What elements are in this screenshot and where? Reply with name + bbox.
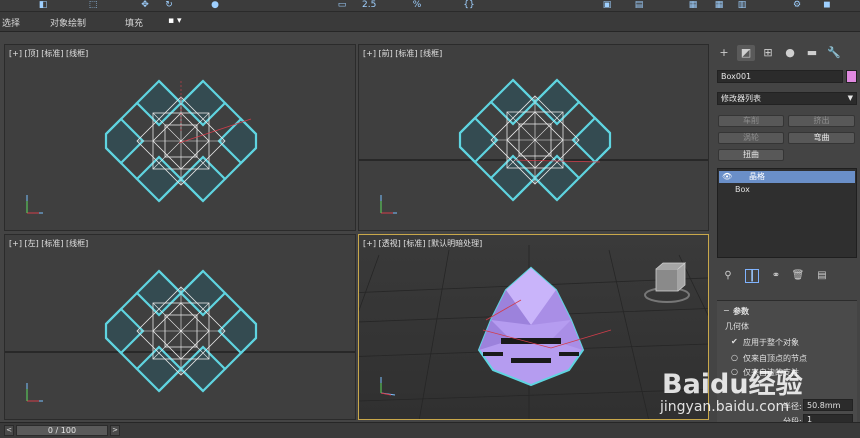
show-end-result-icon[interactable]: ┃	[745, 269, 759, 283]
viewport-front[interactable]: [+] [前] [标准] [线框]	[358, 44, 709, 231]
next-frame-button[interactable]: >	[110, 425, 120, 436]
stack-tools: ⚲ ┃ ⚭ 🗑 ▤	[717, 268, 857, 284]
viewport-perspective-scene	[359, 245, 708, 419]
radius-label: 半径:	[783, 402, 802, 411]
select-region-icon[interactable]: ⬚	[86, 0, 100, 10]
snap-icon[interactable]: ▭	[335, 0, 349, 10]
time-slider[interactable]: 0 / 100	[16, 425, 108, 436]
scale-icon[interactable]: ●	[208, 0, 222, 10]
modifier-list-dropdown[interactable]: 修改器列表 ▼	[717, 92, 857, 105]
modifier-list-label: 修改器列表	[721, 94, 761, 103]
ribbon-options-icon[interactable]: ▪ ▾	[168, 16, 181, 26]
ribbon-tab-populate[interactable]: 填充	[125, 16, 143, 29]
display-tab-icon[interactable]: ▬	[803, 45, 821, 61]
viewport-top[interactable]: [+] [顶] [标准] [线框]	[4, 44, 356, 231]
command-panel: + ◩ ⊞ ● ▬ 🔧 Box001 修改器列表 ▼ 车削 挤出 涡轮 弯曲 扭…	[712, 42, 860, 426]
apply-whole-checkbox[interactable]: ✔	[731, 337, 738, 346]
geometry-group-label: 几何体	[725, 322, 749, 331]
turbosmooth-button[interactable]: 涡轮	[718, 132, 784, 144]
configure-sets-icon[interactable]: ▤	[815, 269, 829, 283]
ribbon-gap	[0, 32, 860, 42]
twist-button[interactable]: 扭曲	[718, 149, 784, 161]
stack-item-box-label: Box	[735, 185, 750, 194]
lathe-button[interactable]: 车削	[718, 115, 784, 127]
render-setup-icon[interactable]: ⚙	[790, 0, 804, 10]
command-panel-tabs: + ◩ ⊞ ● ▬ 🔧	[712, 42, 860, 64]
viewport-top-lattice	[26, 79, 258, 214]
object-name-field[interactable]: Box001	[717, 70, 843, 83]
angle-snap-icon[interactable]: 2.5	[362, 0, 376, 10]
viewport-left[interactable]: [+] [左] [标准] [线框]	[4, 234, 356, 420]
motion-tab-icon[interactable]: ●	[781, 45, 799, 61]
ribbon-tab-select[interactable]: 选择	[2, 16, 20, 29]
mirror-icon[interactable]: ▤	[632, 0, 646, 10]
select-icon[interactable]: ◧	[36, 0, 50, 10]
create-tab-icon[interactable]: +	[715, 45, 733, 61]
viewport-left-lattice	[5, 269, 355, 402]
utilities-tab-icon[interactable]: 🔧	[825, 45, 843, 61]
rollout-collapse-icon[interactable]: −	[723, 306, 730, 315]
eye-icon[interactable]: 👁	[722, 171, 732, 183]
modifier-stack: 👁 晶格 Box	[717, 168, 857, 258]
chevron-down-icon: ▼	[847, 94, 853, 102]
percent-snap-icon[interactable]: %	[410, 0, 424, 10]
bend-button[interactable]: 弯曲	[788, 132, 855, 144]
struts-only-radio[interactable]: ○	[731, 367, 738, 376]
stack-item-lattice-label: 晶格	[749, 172, 765, 181]
apply-whole-label: 应用于整个对象	[743, 338, 799, 347]
rotate-icon[interactable]: ↻	[162, 0, 176, 10]
rollout-title[interactable]: 参数	[733, 306, 749, 317]
viewcube-icon	[644, 262, 690, 303]
stack-item-box[interactable]: Box	[719, 184, 855, 196]
pin-stack-icon[interactable]: ⚲	[721, 269, 735, 283]
time-slider-bar: < 0 / 100 >	[0, 422, 860, 438]
struts-only-label: 仅来自边的支柱	[743, 368, 799, 377]
curve-editor-icon[interactable]: ▦	[686, 0, 700, 10]
object-color-swatch[interactable]	[846, 70, 857, 83]
viewport-perspective[interactable]: [+] [透视] [标准] [默认明暗处理]	[358, 234, 709, 420]
move-icon[interactable]: ✥	[138, 0, 152, 10]
viewport-front-lattice	[359, 78, 708, 214]
named-selection-icon[interactable]: ▣	[600, 0, 614, 10]
radius-value: 50.8mm	[807, 401, 841, 410]
parameters-rollout: − 参数 几何体 ✔ 应用于整个对象 ○ 仅来自顶点的节点 ○ 仅来自边的支柱 …	[717, 300, 857, 426]
stack-item-lattice[interactable]: 👁 晶格	[719, 171, 855, 183]
vertices-only-radio[interactable]: ○	[731, 353, 738, 362]
render-icon[interactable]: ◼	[820, 0, 834, 10]
ribbon-bar: 选择 对象绘制 填充 ▪ ▾	[0, 12, 860, 32]
main-toolbar: ◧ ⬚ ✥ ↻ ● ▭ 2.5 % {} ▣ ▤ ▦ ▦ ▥ ⚙ ◼	[0, 0, 860, 12]
spinner-snap-icon[interactable]: {}	[462, 0, 476, 10]
hierarchy-tab-icon[interactable]: ⊞	[759, 45, 777, 61]
material-editor-icon[interactable]: ▥	[735, 0, 749, 10]
make-unique-icon[interactable]: ⚭	[769, 269, 783, 283]
modify-tab-icon[interactable]: ◩	[737, 45, 755, 61]
remove-modifier-icon[interactable]: 🗑	[791, 269, 805, 283]
radius-field[interactable]: 50.8mm	[803, 399, 853, 411]
schematic-icon[interactable]: ▦	[712, 0, 726, 10]
prev-frame-button[interactable]: <	[4, 425, 14, 436]
extrude-button[interactable]: 挤出	[788, 115, 855, 127]
ribbon-tab-object-paint[interactable]: 对象绘制	[50, 16, 86, 29]
vertices-only-label: 仅来自顶点的节点	[743, 354, 807, 363]
